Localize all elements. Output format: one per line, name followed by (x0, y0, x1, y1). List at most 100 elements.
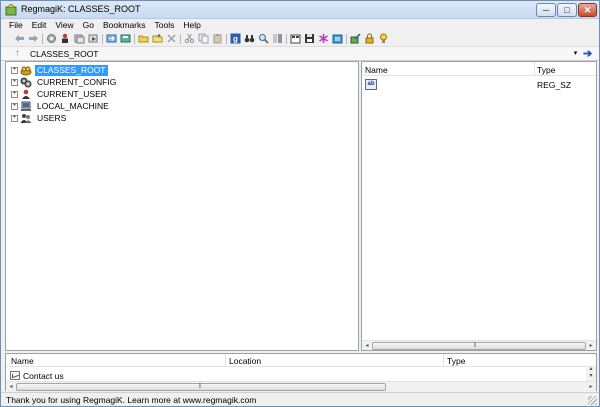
toolbar-separator (134, 34, 135, 44)
save-disk-icon[interactable] (304, 33, 315, 44)
tree-item-label: CURRENT_USER (37, 88, 107, 99)
up-arrow-icon[interactable]: ↑ (15, 48, 25, 59)
resize-grip-icon[interactable] (588, 396, 597, 405)
new-folder-icon[interactable] (138, 33, 149, 44)
tree-item-current-user[interactable]: + CURRENT_USER (11, 88, 109, 100)
close-button[interactable]: ✕ (578, 3, 597, 17)
column-divider[interactable] (534, 62, 535, 76)
menu-bookmarks[interactable]: Bookmarks (103, 19, 146, 31)
column-header-location[interactable]: Location (229, 356, 261, 366)
column-divider[interactable] (225, 354, 226, 367)
bookmarks-horizontal-scrollbar[interactable]: ◂ ||| ▸ (6, 381, 596, 391)
menu-file[interactable]: File (9, 19, 23, 31)
menu-view[interactable]: View (55, 19, 73, 31)
bookmarks-vertical-scrollbar[interactable]: ▴ ▾ (586, 366, 596, 381)
asterisk-icon[interactable] (318, 33, 329, 44)
toolbar-separator (226, 34, 227, 44)
toolbar-separator (102, 34, 103, 44)
export-icon[interactable] (106, 33, 117, 44)
save-key-icon[interactable] (120, 33, 131, 44)
current-config-icon (20, 77, 32, 88)
scrollbar-thumb[interactable] (372, 342, 586, 350)
value-row[interactable]: ab REG_SZ (362, 79, 596, 91)
expand-plus-icon[interactable]: + (11, 66, 18, 74)
copy-icon[interactable] (198, 33, 209, 44)
toolbar-separator (180, 34, 181, 44)
expand-plus-icon[interactable]: + (11, 90, 18, 98)
column-header-type[interactable]: Type (447, 356, 465, 366)
user-key-icon[interactable] (60, 33, 71, 44)
help-lightbulb-icon[interactable] (378, 33, 389, 44)
registry-cube-icon[interactable] (332, 33, 343, 44)
scrollbar-thumb[interactable] (16, 383, 386, 391)
edit-pencil-icon[interactable] (350, 33, 361, 44)
expand-plus-icon[interactable]: + (11, 114, 18, 122)
values-list-header: Name Type (362, 62, 596, 76)
column-divider[interactable] (443, 354, 444, 367)
paste-icon[interactable] (212, 33, 223, 44)
values-list[interactable]: Name Type ab REG_SZ ◂ ||| ▸ (361, 61, 597, 351)
scroll-right-icon[interactable]: ▸ (586, 341, 596, 351)
binoculars-find-icon[interactable] (244, 33, 255, 44)
forward-arrow-icon[interactable] (28, 33, 39, 44)
toolbar-separator (286, 34, 287, 44)
go-arrow-icon[interactable]: ➔ (583, 48, 595, 60)
bookmarks-list-header: Name Location Type (6, 354, 596, 367)
tree-item-current-config[interactable]: + CURRENT_CONFIG (11, 76, 118, 88)
bookmark-name: Contact us (23, 370, 64, 381)
menu-go[interactable]: Go (83, 19, 94, 31)
svg-text:g: g (233, 35, 238, 44)
scroll-right-icon[interactable]: ▸ (586, 382, 596, 392)
google-search-icon[interactable]: g (230, 33, 241, 44)
users-icon (20, 113, 32, 124)
title-bar[interactable]: RegmagiK: CLASSES_ROOT ─ □ ✕ (1, 1, 599, 19)
new-value-icon[interactable] (152, 33, 163, 44)
values-horizontal-scrollbar[interactable]: ◂ ||| ▸ (362, 340, 596, 350)
delete-x-icon[interactable] (166, 33, 177, 44)
registry-tree[interactable]: + CLASSES_ROOT + CURRENT_CONFIG + CURREN… (5, 61, 359, 351)
import-icon[interactable] (88, 33, 99, 44)
value-type: REG_SZ (537, 80, 572, 90)
bookmark-row[interactable]: Contact us (10, 370, 64, 381)
main-window: RegmagiK: CLASSES_ROOT ─ □ ✕ File Edit V… (0, 0, 600, 407)
menu-edit[interactable]: Edit (32, 19, 47, 31)
copy-key-icon[interactable] (74, 33, 85, 44)
search-zoom-icon[interactable] (258, 33, 269, 44)
cut-icon[interactable] (184, 33, 195, 44)
tree-item-label: LOCAL_MACHINE (37, 100, 109, 111)
open-file-icon[interactable] (290, 33, 301, 44)
address-dropdown-icon[interactable]: ▾ (571, 48, 580, 59)
scroll-down-icon[interactable]: ▾ (586, 373, 596, 380)
scrollbar-grip: ||| (474, 342, 476, 348)
tree-item-label: CURRENT_CONFIG (37, 76, 117, 87)
local-machine-icon (20, 101, 32, 112)
expand-plus-icon[interactable]: + (11, 102, 18, 110)
tree-item-users[interactable]: + USERS (11, 112, 68, 124)
scroll-left-icon[interactable]: ◂ (362, 341, 372, 351)
contact-envelope-icon (10, 371, 20, 380)
tree-item-classes-root[interactable]: + CLASSES_ROOT (11, 64, 108, 76)
status-bar: Thank you for using RegmagiK. Learn more… (1, 392, 599, 406)
back-arrow-icon[interactable] (14, 33, 25, 44)
maximize-button[interactable]: □ (557, 3, 577, 17)
menu-bar: File Edit View Go Bookmarks Tools Help (1, 19, 599, 31)
address-input[interactable]: CLASSES_ROOT (30, 49, 99, 59)
refresh-gear-icon[interactable] (46, 33, 57, 44)
column-header-type[interactable]: Type (537, 65, 555, 75)
scroll-left-icon[interactable]: ◂ (6, 382, 16, 392)
scroll-up-icon[interactable]: ▴ (586, 366, 596, 373)
expand-plus-icon[interactable]: + (11, 78, 18, 86)
minimize-button[interactable]: ─ (536, 3, 556, 17)
scrollbar-grip: ||| (199, 383, 201, 389)
menu-help[interactable]: Help (183, 19, 200, 31)
tree-item-local-machine[interactable]: + LOCAL_MACHINE (11, 100, 111, 112)
column-header-name[interactable]: Name (365, 65, 388, 75)
status-text: Thank you for using RegmagiK. Learn more… (6, 395, 257, 405)
lock-icon[interactable] (364, 33, 375, 44)
toolbar-separator (346, 34, 347, 44)
menu-tools[interactable]: Tools (155, 19, 175, 31)
bookmarks-list[interactable]: Name Location Type Contact us ▴ ▾ ◂ ||| … (5, 353, 597, 391)
string-value-icon: ab (365, 79, 377, 90)
compare-icon[interactable] (272, 33, 283, 44)
column-header-name[interactable]: Name (11, 356, 34, 366)
